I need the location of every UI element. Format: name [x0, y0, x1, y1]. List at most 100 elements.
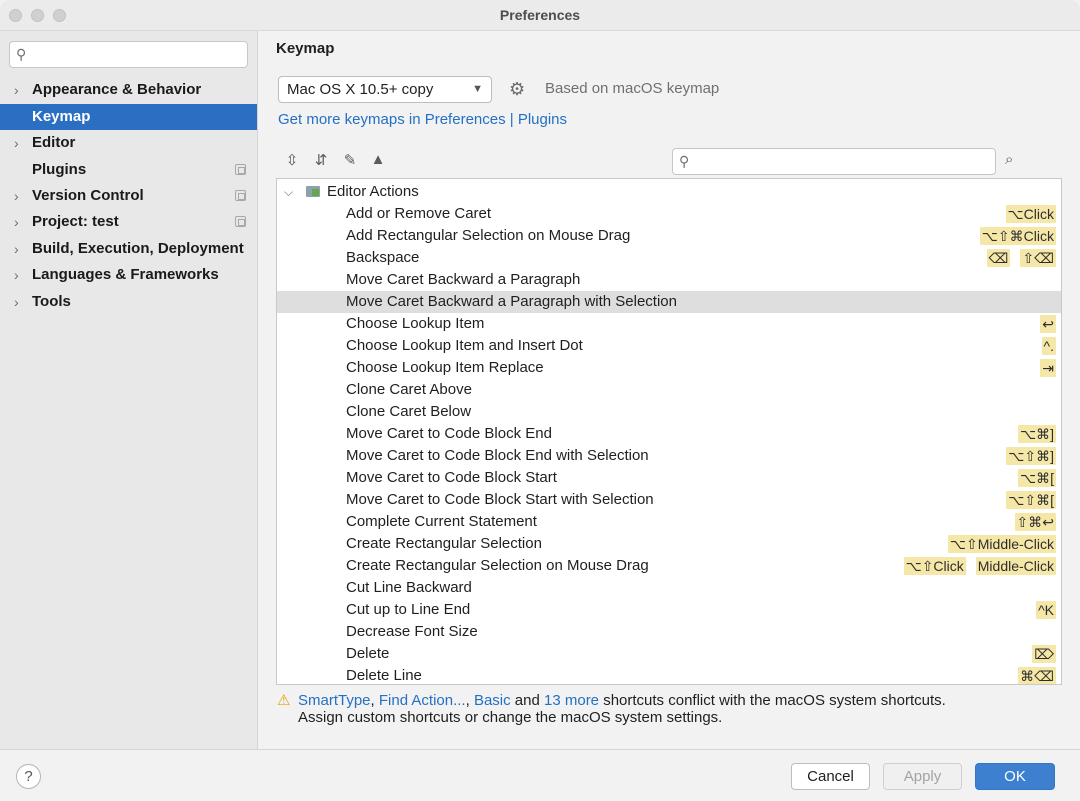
action-row[interactable]: Move Caret to Code Block End with Select… — [277, 445, 1061, 467]
action-row[interactable]: Clone Caret Above — [277, 379, 1061, 401]
actions-tree[interactable]: ⌵ Editor Actions Add or Remove Caret ⌥Cli… — [276, 178, 1062, 685]
chevron-right-icon[interactable]: › — [14, 77, 19, 103]
shortcut-key: ⇧⌘↩ — [1014, 513, 1056, 531]
shortcut-key: ⌥⇧⌘Click — [979, 227, 1056, 245]
shortcut-list: ^K — [1036, 601, 1056, 619]
basic-link[interactable]: Basic — [474, 692, 511, 709]
sidebar-item-appearance-behavior[interactable]: › Appearance & Behavior — [0, 77, 257, 103]
action-label: Clone Caret Above — [346, 381, 472, 398]
sidebar-item-label: Keymap — [32, 108, 91, 125]
action-label: Choose Lookup Item Replace — [346, 359, 544, 376]
sidebar-item-label: Build, Execution, Deployment — [32, 240, 244, 257]
sidebar-item-keymap[interactable]: Keymap — [0, 104, 257, 130]
shortcut-list: ⌘⌫ — [1018, 667, 1056, 684]
sidebar-item-project-test[interactable]: › Project: test — [0, 209, 257, 235]
action-row[interactable]: Choose Lookup Item ↩ — [277, 313, 1061, 335]
chevron-right-icon[interactable]: › — [14, 130, 19, 156]
sidebar-item-editor[interactable]: › Editor — [0, 130, 257, 156]
action-row[interactable]: Move Caret to Code Block Start with Sele… — [277, 489, 1061, 511]
action-label: Backspace — [346, 249, 420, 266]
shortcut-key: ⇧⌫ — [1020, 249, 1056, 267]
sidebar-item-tools[interactable]: › Tools — [0, 289, 257, 315]
action-row[interactable]: Move Caret Backward a Paragraph — [277, 269, 1061, 291]
action-row[interactable]: Clone Caret Below — [277, 401, 1061, 423]
apply-button[interactable]: Apply — [883, 763, 962, 790]
action-row[interactable]: Move Caret to Code Block End ⌥⌘] — [277, 423, 1061, 445]
get-more-keymaps-link[interactable]: Get more keymaps in Preferences | Plugin… — [278, 111, 567, 128]
smarttype-link[interactable]: SmartType — [298, 692, 371, 709]
shortcut-list: ⌥⇧Middle-Click — [947, 535, 1056, 553]
action-row[interactable]: Move Caret Backward a Paragraph with Sel… — [277, 291, 1061, 313]
shortcut-key: ⌥⇧⌘] — [1006, 447, 1056, 465]
keymap-select[interactable]: Mac OS X 10.5+ copy ▼ — [278, 76, 492, 103]
warning-icon[interactable]: ▲ — [368, 151, 388, 168]
search-icon: ⚲ — [16, 46, 27, 62]
expand-all-icon[interactable]: ⇳ — [282, 151, 302, 169]
chevron-down-icon[interactable]: ⌵ — [284, 181, 293, 203]
help-button[interactable]: ? — [16, 764, 41, 789]
action-row[interactable]: Choose Lookup Item and Insert Dot ^. — [277, 335, 1061, 357]
project-settings-icon — [235, 164, 246, 175]
based-on-label: Based on macOS keymap — [545, 80, 720, 97]
action-row[interactable]: Decrease Font Size — [277, 621, 1061, 643]
dialog-footer: ? Cancel Apply OK — [0, 749, 1080, 801]
shortcut-list: ⌦ — [1032, 645, 1056, 663]
action-row[interactable]: Delete Line ⌘⌫ — [277, 665, 1061, 684]
sidebar-item-build-execution-deployment[interactable]: › Build, Execution, Deployment — [0, 236, 257, 262]
chevron-right-icon[interactable]: › — [14, 183, 19, 209]
conflict-warning: SmartType, Find Action..., Basic and 13 … — [298, 692, 946, 726]
action-label: Create Rectangular Selection — [346, 535, 542, 552]
shortcut-list: ⌥⌘[ — [1017, 469, 1056, 487]
action-label: Move Caret to Code Block Start with Sele… — [346, 491, 654, 508]
collapse-all-icon[interactable]: ⇵ — [311, 151, 331, 169]
action-label: Move Caret to Code Block End with Select… — [346, 447, 649, 464]
action-label: Move Caret Backward a Paragraph — [346, 271, 581, 288]
sidebar-item-languages-frameworks[interactable]: › Languages & Frameworks — [0, 262, 257, 288]
action-label: Add Rectangular Selection on Mouse Drag — [346, 227, 631, 244]
action-label: Cut up to Line End — [346, 601, 471, 618]
action-row[interactable]: Delete ⌦ — [277, 643, 1061, 665]
keymap-search-input[interactable]: ⚲ — [672, 148, 996, 175]
sidebar-item-version-control[interactable]: › Version Control — [0, 183, 257, 209]
cancel-button[interactable]: Cancel — [791, 763, 870, 790]
project-settings-icon — [235, 190, 246, 201]
action-row[interactable]: Add Rectangular Selection on Mouse Drag ⌥… — [277, 225, 1061, 247]
shortcut-list: ⇥ — [1040, 359, 1056, 377]
find-action-link[interactable]: Find Action... — [379, 692, 466, 709]
chevron-right-icon[interactable]: › — [14, 209, 19, 235]
sidebar-item-label: Version Control — [32, 187, 144, 204]
folder-icon — [306, 186, 320, 197]
shortcut-key: ^. — [1041, 337, 1056, 355]
shortcut-key: Middle-Click — [975, 557, 1056, 575]
chevron-right-icon[interactable]: › — [14, 262, 19, 288]
sidebar-item-label: Editor — [32, 134, 76, 151]
action-row[interactable]: Add or Remove Caret ⌥Click — [277, 203, 1061, 225]
sidebar-search-input[interactable]: ⚲ — [9, 41, 248, 68]
chevron-right-icon[interactable]: › — [14, 236, 19, 262]
warning-icon: ⚠ — [277, 692, 291, 709]
chevron-right-icon[interactable]: › — [14, 289, 19, 315]
shortcut-key: ⌥⇧⌘[ — [1006, 491, 1056, 509]
action-row[interactable]: Choose Lookup Item Replace ⇥ — [277, 357, 1061, 379]
and-text: and — [510, 692, 544, 709]
action-row[interactable]: Move Caret to Code Block Start ⌥⌘[ — [277, 467, 1061, 489]
sidebar-item-plugins[interactable]: Plugins — [0, 157, 257, 183]
shortcut-list: ⌥Click — [1005, 205, 1056, 223]
tree-root-editor-actions[interactable]: ⌵ Editor Actions — [277, 181, 1061, 203]
action-row[interactable]: Complete Current Statement ⇧⌘↩ — [277, 511, 1061, 533]
action-row[interactable]: Create Rectangular Selection on Mouse Dr… — [277, 555, 1061, 577]
more-conflicts-link[interactable]: 13 more — [544, 692, 599, 709]
action-label: Cut Line Backward — [346, 579, 472, 596]
conflict-text: shortcuts conflict with the macOS system… — [599, 692, 946, 709]
find-by-shortcut-icon[interactable]: ⌕ — [1005, 151, 1013, 168]
sidebar-item-label: Project: test — [32, 213, 119, 230]
action-row[interactable]: Cut Line Backward — [277, 577, 1061, 599]
gear-icon[interactable]: ⚙ — [509, 79, 525, 100]
action-row[interactable]: Backspace ⌫ ⇧⌫ — [277, 247, 1061, 269]
action-row[interactable]: Create Rectangular Selection ⌥⇧Middle-Cli… — [277, 533, 1061, 555]
action-label: Move Caret to Code Block Start — [346, 469, 557, 486]
action-label: Add or Remove Caret — [346, 205, 492, 222]
action-row[interactable]: Cut up to Line End ^K — [277, 599, 1061, 621]
ok-button[interactable]: OK — [975, 763, 1055, 790]
edit-icon[interactable]: ✎ — [340, 151, 360, 169]
